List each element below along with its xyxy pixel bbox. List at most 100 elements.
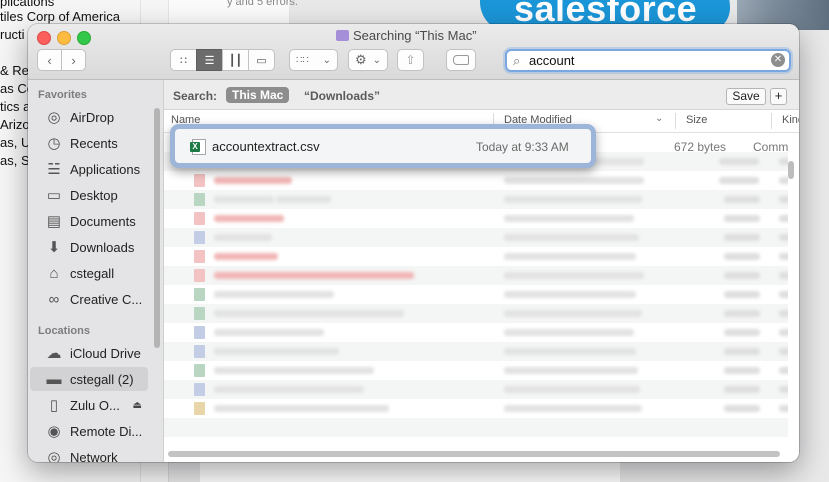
chevron-right-icon: › — [71, 52, 76, 68]
close-window-button[interactable] — [37, 31, 51, 45]
sidebar-scrollbar[interactable] — [154, 108, 160, 348]
search-scope-label: Search: — [173, 89, 218, 103]
gear-icon: ⚙ — [355, 52, 367, 67]
minimize-window-button[interactable] — [57, 31, 71, 45]
window-title-text: Searching “This Mac” — [353, 28, 477, 43]
sidebar-item-home[interactable]: ⌂ cstegall — [30, 261, 148, 285]
eject-icon[interactable]: ⏏ — [133, 400, 142, 411]
forward-button[interactable]: › — [61, 49, 86, 71]
table-row[interactable] — [164, 266, 788, 285]
tag-icon — [453, 55, 469, 65]
sidebar-item-downloads[interactable]: ⬇ Downloads — [30, 235, 148, 259]
sidebar-item-applications[interactable]: ☱ Applications — [30, 157, 148, 181]
chevron-down-icon: ⌄ — [322, 54, 331, 66]
column-divider[interactable] — [771, 113, 772, 129]
table-row[interactable] — [164, 399, 788, 418]
sidebar-item-zulu[interactable]: ▯ Zulu O... ⏏ — [30, 393, 148, 417]
scope-downloads-button[interactable]: “Downloads” — [304, 89, 380, 103]
horizontal-scrollbar[interactable] — [168, 451, 780, 457]
table-row[interactable] — [164, 247, 788, 266]
tags-button[interactable] — [446, 49, 476, 71]
table-row[interactable] — [164, 171, 788, 190]
sidebar-item-documents[interactable]: ▤ Documents — [30, 209, 148, 233]
sidebar-item-label: Desktop — [70, 187, 118, 203]
excel-file-icon: X — [190, 139, 208, 155]
sidebar: Favorites ◎ AirDrop ◷ Recents ☱ Applicat… — [28, 80, 164, 462]
file-icon — [194, 402, 205, 415]
sidebar-item-cstegall-2[interactable]: ▬ cstegall (2) — [30, 367, 148, 391]
sort-chevron-icon: ⌄ — [655, 113, 664, 124]
sidebar-item-desktop[interactable]: ▭ Desktop — [30, 183, 148, 207]
sidebar-item-label: Recents — [70, 135, 118, 151]
clear-search-icon[interactable]: ✕ — [771, 53, 785, 67]
network-icon: ◎ — [47, 449, 61, 462]
group-by-button[interactable]: ∷∷ ⌄ — [289, 49, 338, 71]
background-text-line: as, U — [0, 135, 31, 150]
sidebar-item-label: cstegall — [70, 265, 115, 281]
gallery-view-button[interactable]: ▭ — [248, 49, 275, 71]
background-text-line: plications — [0, 0, 55, 9]
column-header-kind[interactable]: Kind — [782, 114, 799, 126]
smart-folder-icon — [336, 30, 349, 41]
add-criteria-button[interactable]: + — [770, 88, 787, 105]
document-file-icon — [194, 326, 205, 339]
sidebar-item-label: Downloads — [70, 239, 135, 255]
pdf-file-icon — [194, 174, 205, 187]
table-row[interactable] — [164, 361, 788, 380]
search-input[interactable] — [529, 52, 769, 69]
table-row[interactable] — [164, 209, 788, 228]
table-row[interactable] — [164, 418, 788, 437]
vertical-scrollbar[interactable] — [788, 161, 794, 179]
sidebar-item-airdrop[interactable]: ◎ AirDrop — [30, 105, 148, 129]
search-field[interactable]: ⌕ ✕ — [505, 49, 791, 72]
zoom-window-button[interactable] — [77, 31, 91, 45]
cloud-icon: ☁ — [46, 345, 62, 362]
table-row[interactable] — [164, 190, 788, 209]
sidebar-item-label: Remote Di... — [70, 423, 143, 439]
document-file-icon — [194, 383, 205, 396]
spreadsheet-file-icon — [194, 364, 205, 377]
list-view-button[interactable]: ☰ — [196, 49, 223, 71]
background-dialog-text: y and 5 errors. — [227, 0, 298, 8]
table-row[interactable] — [164, 285, 788, 304]
sidebar-item-recents[interactable]: ◷ Recents — [30, 131, 148, 155]
share-button[interactable]: ⇧ — [397, 49, 424, 71]
file-name: accountextract.csv — [212, 139, 320, 154]
table-row[interactable] — [164, 304, 788, 323]
title-bar: Searching “This Mac” ‹ › ∷ ☰ ┃┃ ▭ ∷∷ ⌄ ⚙… — [28, 24, 799, 80]
back-button[interactable]: ‹ — [37, 49, 62, 71]
sidebar-item-label: Creative C... — [70, 291, 143, 307]
disk-icon: ▯ — [49, 397, 59, 414]
column-divider[interactable] — [675, 113, 676, 129]
table-row[interactable] — [164, 228, 788, 247]
spreadsheet-file-icon — [194, 193, 205, 206]
sidebar-item-label: Network — [70, 449, 118, 463]
scope-this-mac-button[interactable]: This Mac — [226, 87, 290, 103]
save-search-button[interactable]: Save — [726, 88, 766, 105]
sidebar-item-icloud-drive[interactable]: ☁ iCloud Drive — [30, 341, 148, 365]
desktop-icon: ▭ — [46, 187, 62, 204]
action-menu-button[interactable]: ⚙ ⌄ — [348, 49, 388, 71]
chevron-left-icon: ‹ — [47, 52, 52, 68]
icon-view-button[interactable]: ∷ — [170, 49, 197, 71]
highlighted-search-result[interactable]: X accountextract.csv Today at 9:33 AM — [170, 124, 596, 168]
background-text-line: as, S — [0, 153, 30, 168]
sidebar-section-favorites: Favorites — [38, 89, 87, 101]
column-view-button[interactable]: ┃┃ — [222, 49, 249, 71]
sidebar-item-creative-cloud[interactable]: ∞ Creative C... — [30, 287, 148, 311]
excel-badge-icon: X — [190, 142, 200, 152]
home-icon: ⌂ — [49, 264, 59, 282]
table-row[interactable] — [164, 380, 788, 399]
file-date-modified: Today at 9:33 AM — [476, 140, 569, 154]
sidebar-item-label: AirDrop — [70, 109, 115, 125]
sidebar-item-network[interactable]: ◎ Network — [30, 445, 148, 462]
table-row[interactable] — [164, 323, 788, 342]
sidebar-item-remote-disc[interactable]: ◉ Remote Di... — [30, 419, 148, 443]
grid-icon: ∷∷ — [296, 54, 309, 66]
creative-cloud-icon: ∞ — [48, 290, 60, 308]
spreadsheet-file-icon — [194, 307, 205, 320]
sidebar-item-label: Zulu O... — [70, 397, 120, 413]
table-row[interactable] — [164, 342, 788, 361]
laptop-icon: ▬ — [46, 370, 62, 388]
column-header-size[interactable]: Size — [686, 114, 707, 126]
